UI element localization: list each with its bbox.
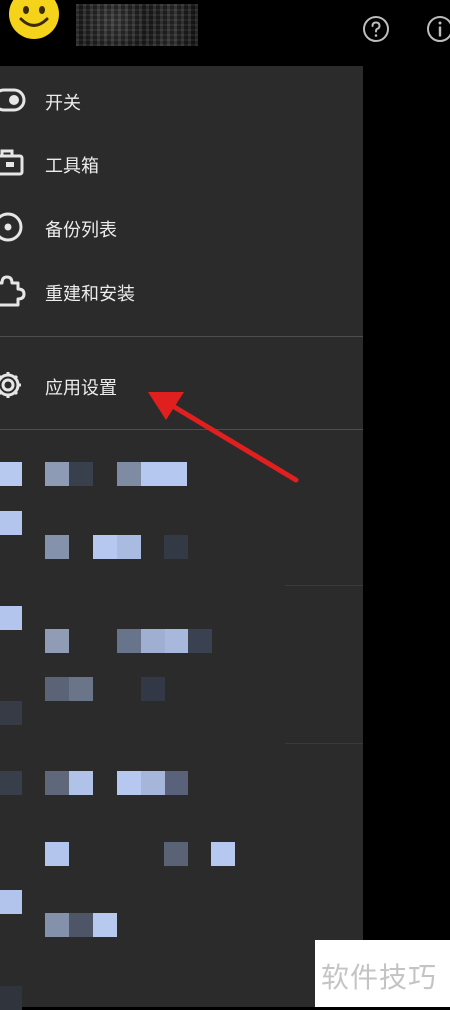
obscured-pixel [93, 913, 117, 937]
info-icon[interactable] [426, 15, 450, 43]
obscured-pixel [0, 986, 22, 1010]
smiley-avatar-icon[interactable] [8, 0, 60, 40]
drawer-item-switch[interactable]: 开关 [0, 70, 363, 130]
top-bar [0, 0, 450, 66]
watermark-text: 软件技巧 [321, 961, 438, 994]
drawer-item-label: 重建和安装 [45, 284, 135, 305]
obscured-pixel [164, 842, 188, 866]
obscured-pixel [165, 629, 188, 653]
gear-icon [0, 372, 21, 398]
drawer-item-label: 工具箱 [45, 156, 99, 177]
drawer-item-backup-list[interactable]: 备份列表 [0, 197, 363, 257]
drawer-item-label: 备份列表 [45, 220, 117, 241]
obscured-pixel [165, 771, 188, 795]
drawer-item-rebuild-install[interactable]: 重建和安装 [0, 261, 363, 321]
obscured-pixel [45, 842, 69, 866]
obscured-pixel [0, 511, 22, 535]
obscured-pixel [141, 771, 165, 795]
obscured-pixel [141, 677, 165, 701]
navigation-drawer: 开关 工具箱 备份列表 重建和安装 应用设置 [0, 66, 363, 1010]
obscured-pixel [45, 535, 69, 559]
obscured-pixel [188, 629, 212, 653]
obscured-pixel [45, 771, 69, 795]
obscured-pixel [117, 535, 141, 559]
obscured-pixel [0, 462, 22, 486]
toolbox-icon [0, 149, 24, 176]
drawer-divider [0, 336, 363, 337]
obscured-divider [285, 585, 363, 586]
drawer-item-toolbox[interactable]: 工具箱 [0, 133, 363, 193]
help-icon[interactable] [362, 15, 390, 43]
obscured-divider [285, 743, 363, 744]
drawer-item-label: 开关 [45, 93, 81, 114]
obscured-pixel [117, 771, 141, 795]
obscured-pixel [141, 629, 165, 653]
disc-icon [0, 212, 23, 242]
obscured-pixel [45, 677, 69, 701]
obscured-pixel [211, 842, 235, 866]
obscured-pixel [0, 771, 22, 795]
obscured-pixel [117, 629, 141, 653]
red-annotation-arrow [148, 392, 299, 483]
obscured-pixel [45, 629, 69, 653]
puzzle-icon [0, 275, 26, 307]
obscured-pixel [164, 535, 188, 559]
drawer-item-label: 应用设置 [45, 378, 117, 399]
obscured-pixel [0, 890, 22, 914]
account-name-blurred [76, 4, 198, 46]
obscured-pixel [69, 677, 93, 701]
obscured-pixel [69, 771, 93, 795]
obscured-pixel [69, 462, 93, 486]
watermark: 软件技巧 [315, 940, 450, 1007]
obscured-pixel [45, 462, 69, 486]
obscured-pixel [0, 701, 22, 725]
obscured-pixel [0, 606, 22, 630]
toggle-switch-icon [0, 88, 26, 112]
obscured-pixel [93, 535, 117, 559]
obscured-pixel [69, 913, 93, 937]
obscured-pixel [45, 913, 69, 937]
obscured-pixel [117, 462, 141, 486]
